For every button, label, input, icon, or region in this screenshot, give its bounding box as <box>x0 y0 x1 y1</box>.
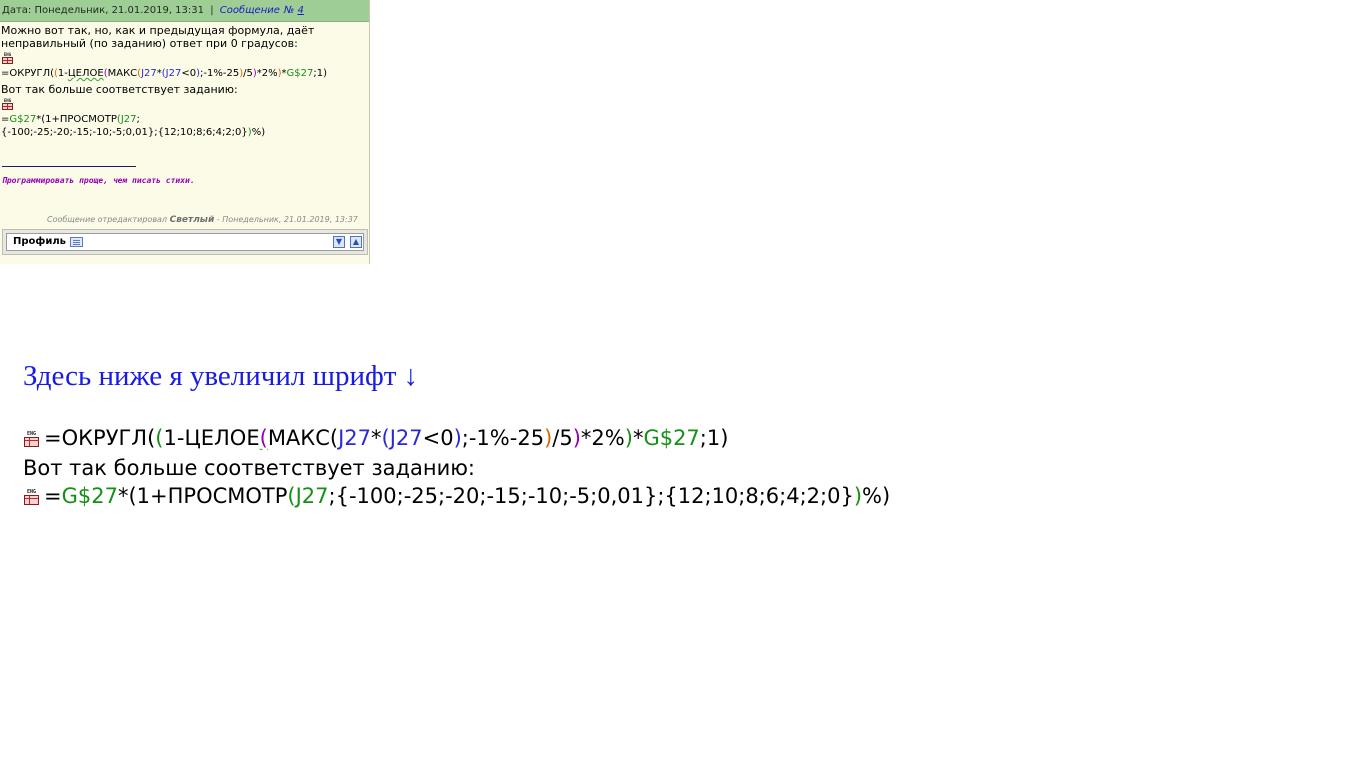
post-header: Дата: Понедельник, 21.01.2019, 13:31 | С… <box>0 0 369 22</box>
date-label: Дата: <box>2 5 32 16</box>
message-label: Сообщение <box>219 5 280 16</box>
signature-divider <box>2 166 136 167</box>
footer-bar: Профиль ▼ ▲ <box>6 233 364 251</box>
formula-2-icon-row: ENG <box>1 97 369 111</box>
profile-link[interactable]: Профиль <box>13 236 66 248</box>
formula-1-small: =ОКРУГЛ((1-ЦЕЛОЕ(МАКС(J27*(J27<0);-1%-25… <box>1 68 327 79</box>
post-paragraph-2: Вот так больше соответствует заданию: <box>1 83 238 96</box>
arrow-up-icon[interactable]: ▲ <box>350 236 362 248</box>
message-number: 4 <box>297 5 304 16</box>
edited-note: Сообщение отредактировал Светлый - Понед… <box>47 215 358 225</box>
forum-post: Дата: Понедельник, 21.01.2019, 13:31 | С… <box>0 0 370 264</box>
enlarged-heading: Здесь ниже я увеличил шрифт ↓ <box>23 360 419 392</box>
eng-spreadsheet-icon: ENG <box>23 431 40 447</box>
post-paragraph-1: Можно вот так, но, как и предыдущая форм… <box>1 24 315 50</box>
formula-2-small: =G$27*(1+ПРОСМОТР(J27;{-100;-25;-20;-15;… <box>1 114 266 138</box>
eng-spreadsheet-icon: ENG <box>23 489 40 505</box>
enlarged-text-line: Вот так больше соответствует заданию: <box>23 456 476 480</box>
eng-spreadsheet-icon: ENG <box>1 52 14 64</box>
eng-spreadsheet-icon: ENG <box>1 98 14 110</box>
formula-2-large: ENG =G$27*(1+ПРОСМОТР(J27;{-100;-25;-20;… <box>23 483 890 509</box>
date-value: Понедельник, 21.01.2019, 13:31 <box>34 5 204 16</box>
editor-name[interactable]: Светлый <box>170 215 215 225</box>
message-link[interactable]: Сообщение № 4 <box>220 5 304 16</box>
message-no-sign: № <box>283 5 295 16</box>
profile-card-icon[interactable] <box>70 237 83 247</box>
formula-1-icon-row: ENG <box>1 51 369 65</box>
signature: Программировать проще, чем писать стихи. <box>2 176 195 185</box>
formula-1-large: ENG =ОКРУГЛ((1-ЦЕЛОЕ(МАКС(J27*(J27<0);-1… <box>23 425 728 451</box>
post-body: Можно вот так, но, как и предыдущая форм… <box>0 22 369 187</box>
header-separator: | <box>210 5 214 16</box>
arrow-down-icon[interactable]: ▼ <box>333 236 345 248</box>
post-footer: Профиль ▼ ▲ <box>2 229 368 255</box>
